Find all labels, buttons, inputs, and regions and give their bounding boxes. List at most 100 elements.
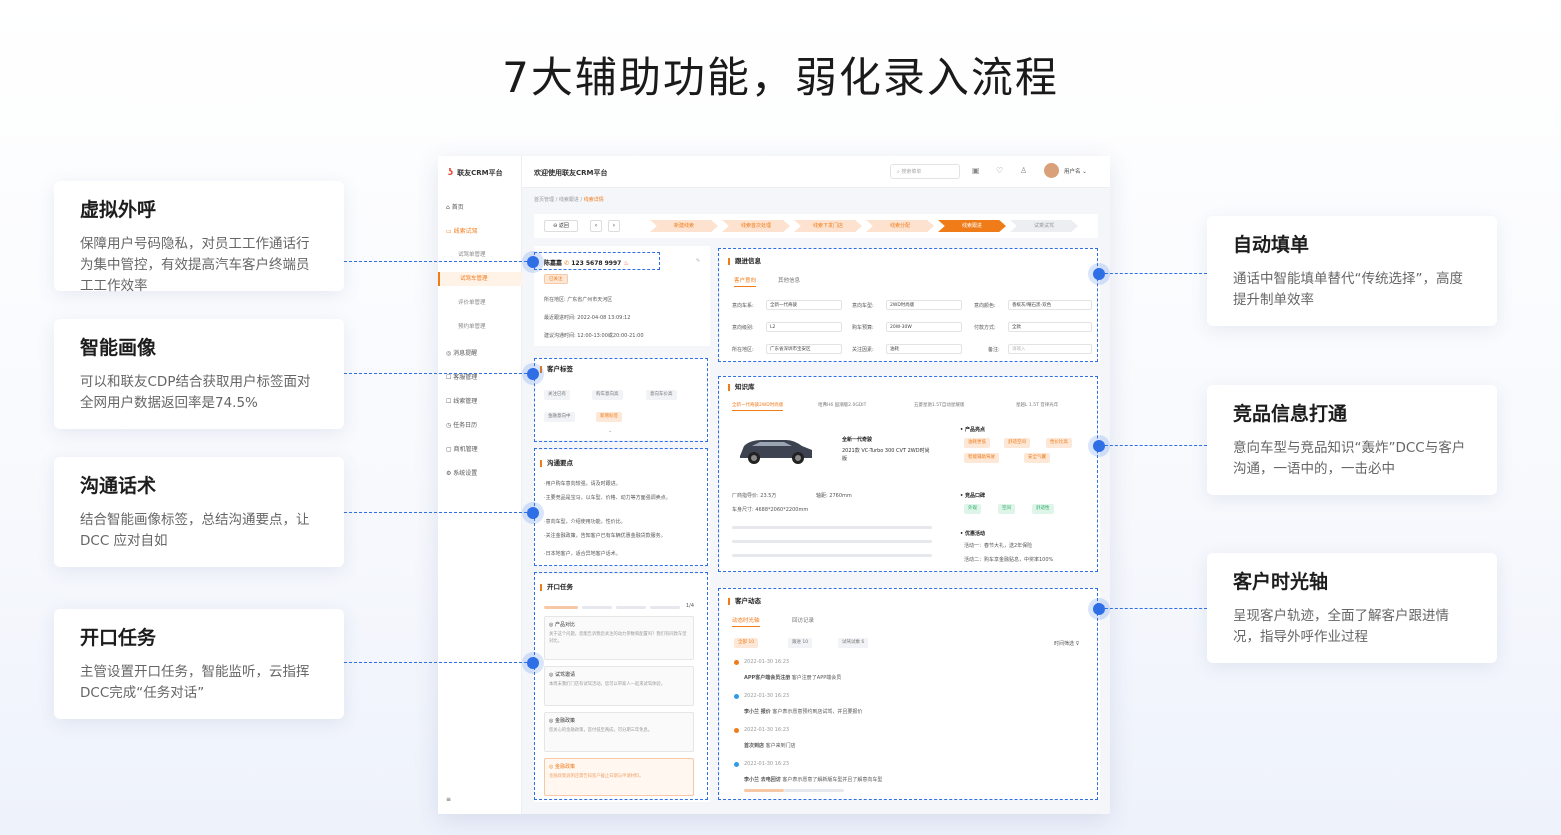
search-placeholder: 搜索菜单 bbox=[901, 169, 922, 175]
avatar[interactable] bbox=[1044, 163, 1059, 178]
feature-card-talk-script: 沟通话术 结合智能画像标签，总结沟通要点，让DCC 应对自如 bbox=[54, 457, 344, 567]
feature-title: 开口任务 bbox=[80, 627, 157, 649]
highlight-smart-profile bbox=[534, 358, 708, 442]
suggest-time-value: 12:00-13:00或20:00-21:00 bbox=[577, 333, 644, 339]
highlight-talk-script bbox=[534, 448, 708, 566]
connector-line bbox=[344, 512, 532, 513]
feature-desc: 保障用户号码隐私，对员工工作通话行为集中管控，有效提高汽车客户终端员工工作效率 bbox=[80, 236, 310, 294]
user-icon[interactable]: ♙ bbox=[1020, 166, 1027, 175]
brand-logo-icon: ʖ bbox=[448, 168, 454, 178]
sidebar-label: 线索管理 bbox=[453, 398, 478, 405]
connector-dot bbox=[522, 251, 544, 273]
breadcrumb-item[interactable]: 首页管理 bbox=[534, 197, 554, 203]
page-headline: 7大辅助功能，弱化录入流程 bbox=[502, 53, 1059, 102]
connector-dot bbox=[1088, 598, 1110, 620]
process-toolbar: ⊖ 返回 ‹ › 新建线索 线索首次处理 线索下发门店 线索分配 线索跟进 试乘… bbox=[534, 214, 1098, 238]
sidebar-item-opportunities[interactable]: ▢ 商机管理 bbox=[446, 444, 478, 453]
sidebar-label: 系统设置 bbox=[453, 470, 478, 477]
step-dispatch[interactable]: 线索下发门店 bbox=[794, 220, 862, 232]
notification-icon[interactable]: ▣ bbox=[972, 166, 980, 175]
feature-card-smart-profile: 智能画像 可以和联友CDP结合获取用户标签面对全网用户数据返回率是74.5% bbox=[54, 319, 344, 429]
step-follow-up[interactable]: 线索跟进 bbox=[938, 220, 1006, 232]
feature-card-virtual-call: 虚拟外呼 保障用户号码隐私，对员工工作通话行为集中管控，有效提高汽车客户终端员工… bbox=[54, 181, 344, 294]
breadcrumb-current: 线索详情 bbox=[583, 197, 604, 203]
feature-title: 虚拟外呼 bbox=[80, 199, 157, 221]
last-follow-value: 2022-04-08 13:09:12 bbox=[577, 315, 631, 321]
shield-icon[interactable]: ♡ bbox=[996, 166, 1003, 175]
menu-collapse-icon[interactable]: ≡ bbox=[446, 796, 451, 803]
highlight-virtual-call bbox=[534, 252, 660, 270]
connector-dot bbox=[1088, 263, 1110, 285]
feature-card-auto-fill: 自动填单 通话中智能填单替代“传统选择”，高度提升制单效率 bbox=[1207, 216, 1497, 326]
feature-desc: 呈现客户轨迹，全面了解客户跟进情况，指导外呼作业过程 bbox=[1233, 608, 1449, 645]
sidebar-item-calendar[interactable]: ◷ 任务日历 bbox=[446, 420, 477, 429]
feature-desc: 意向车型与竞品知识“轰炸”DCC与客户沟通，一语中的，一击必中 bbox=[1233, 440, 1466, 477]
highlight-customer-timeline bbox=[718, 588, 1098, 800]
sidebar-item-lead-testdrive[interactable]: ▭ 线索试驾 bbox=[446, 226, 478, 235]
region-value: 广东省广州市天河区 bbox=[567, 297, 613, 303]
prev-arrow-icon[interactable]: ‹ bbox=[590, 220, 602, 232]
feature-desc: 结合智能画像标签，总结沟通要点，让DCC 应对自如 bbox=[80, 512, 310, 549]
connector-dot bbox=[522, 363, 544, 385]
highlight-auto-fill bbox=[718, 248, 1098, 362]
highlight-competitor-info bbox=[718, 376, 1098, 572]
sidebar-label: 商机管理 bbox=[453, 446, 478, 453]
feature-card-customer-timeline: 客户时光轴 呈现客户轨迹，全面了解客户跟进情况，指导外呼作业过程 bbox=[1207, 553, 1497, 663]
next-arrow-icon[interactable]: › bbox=[608, 220, 620, 232]
step-assign[interactable]: 线索分配 bbox=[866, 220, 934, 232]
breadcrumb-item[interactable]: 线索跟进 bbox=[559, 197, 579, 203]
connector-dot bbox=[522, 502, 544, 524]
region-row: 所在地区: 广东省广州市天河区 bbox=[544, 296, 612, 303]
connector-line bbox=[344, 662, 532, 663]
back-label: 返回 bbox=[558, 223, 569, 229]
crm-logo-text: 联友CRM平台 bbox=[457, 169, 503, 177]
feature-card-opening-task: 开口任务 主管设置开口任务，智能监听，云指挥DCC完成“任务对话” bbox=[54, 609, 344, 719]
feature-title: 竞品信息打通 bbox=[1233, 403, 1348, 425]
region-label: 所在地区: bbox=[544, 297, 566, 303]
breadcrumb: 首页管理 / 线索跟进 / 线索详情 bbox=[534, 197, 604, 203]
back-button[interactable]: ⊖ 返回 bbox=[544, 220, 578, 232]
suggest-time-label: 建议沟通时间: bbox=[544, 333, 576, 339]
sidebar-item-messages[interactable]: ◎ 消息提醒 bbox=[446, 348, 477, 357]
highlight-opening-task bbox=[534, 572, 708, 800]
sidebar-label: 首页 bbox=[451, 204, 464, 211]
sidebar-item-settings[interactable]: ⚙ 系统设置 bbox=[446, 468, 477, 477]
feature-title: 沟通话术 bbox=[80, 475, 157, 497]
connector-dot bbox=[522, 652, 544, 674]
username[interactable]: 用户名 ⌄ bbox=[1064, 167, 1087, 175]
last-follow-row: 最近跟进时间: 2022-04-08 13:09:12 bbox=[544, 314, 630, 321]
sidebar-label: 任务日历 bbox=[453, 422, 478, 429]
connector-line bbox=[1100, 608, 1207, 609]
connector-line bbox=[1100, 273, 1207, 274]
edit-icon[interactable]: ✎ bbox=[696, 258, 700, 264]
sidebar-label: 消息提醒 bbox=[453, 350, 478, 357]
feature-title: 自动填单 bbox=[1233, 234, 1310, 256]
connector-line bbox=[344, 261, 532, 262]
connector-dot bbox=[1088, 435, 1110, 457]
connector-line bbox=[344, 373, 532, 374]
crm-sidebar: ʖ 联友CRM平台 ⌂ 首页 ▭ 线索试驾 试驾单管理 试驾车管理 评价单管理 预… bbox=[438, 156, 522, 814]
step-new-lead[interactable]: 新建线索 bbox=[650, 220, 718, 232]
sidebar-item-home[interactable]: ⌂ 首页 bbox=[446, 202, 464, 211]
sidebar-item-leads[interactable]: ☐ 线索管理 bbox=[446, 396, 477, 405]
connector-line bbox=[1100, 445, 1207, 446]
feature-desc: 通话中智能填单替代“传统选择”，高度提升制单效率 bbox=[1233, 271, 1463, 308]
sidebar-sub-testdrive-cars[interactable]: 试驾车管理 bbox=[438, 272, 522, 286]
username-text: 用户名 bbox=[1064, 169, 1081, 175]
sidebar-label: 客服管理 bbox=[453, 374, 478, 381]
sidebar-sub-testdrive-orders[interactable]: 试驾单管理 bbox=[458, 250, 486, 258]
crm-logo: ʖ 联友CRM平台 bbox=[448, 168, 503, 178]
menu-search-input[interactable]: ⌕ 搜索菜单 bbox=[890, 164, 960, 179]
sidebar-sub-appointments[interactable]: 预约单管理 bbox=[458, 322, 486, 330]
feature-card-competitor-info: 竞品信息打通 意向车型与竞品知识“轰炸”DCC与客户沟通，一语中的，一击必中 bbox=[1207, 385, 1497, 495]
step-test-drive[interactable]: 试乘试驾 bbox=[1010, 220, 1078, 232]
feature-desc: 主管设置开口任务，智能监听，云指挥DCC完成“任务对话” bbox=[80, 664, 310, 701]
feature-title: 客户时光轴 bbox=[1233, 571, 1329, 593]
suggest-time-row: 建议沟通时间: 12:00-13:00或20:00-21:00 bbox=[544, 332, 644, 339]
feature-title: 智能画像 bbox=[80, 337, 157, 359]
step-first-handle[interactable]: 线索首次处理 bbox=[722, 220, 790, 232]
sidebar-sub-reviews[interactable]: 评价单管理 bbox=[458, 298, 486, 306]
feature-desc: 可以和联友CDP结合获取用户标签面对全网用户数据返回率是74.5% bbox=[80, 374, 311, 411]
crm-topbar: 欢迎使用联友CRM平台 ⌕ 搜索菜单 ▣ ♡ ♙ 用户名 ⌄ bbox=[522, 156, 1110, 188]
welcome-text: 欢迎使用联友CRM平台 bbox=[534, 169, 608, 177]
